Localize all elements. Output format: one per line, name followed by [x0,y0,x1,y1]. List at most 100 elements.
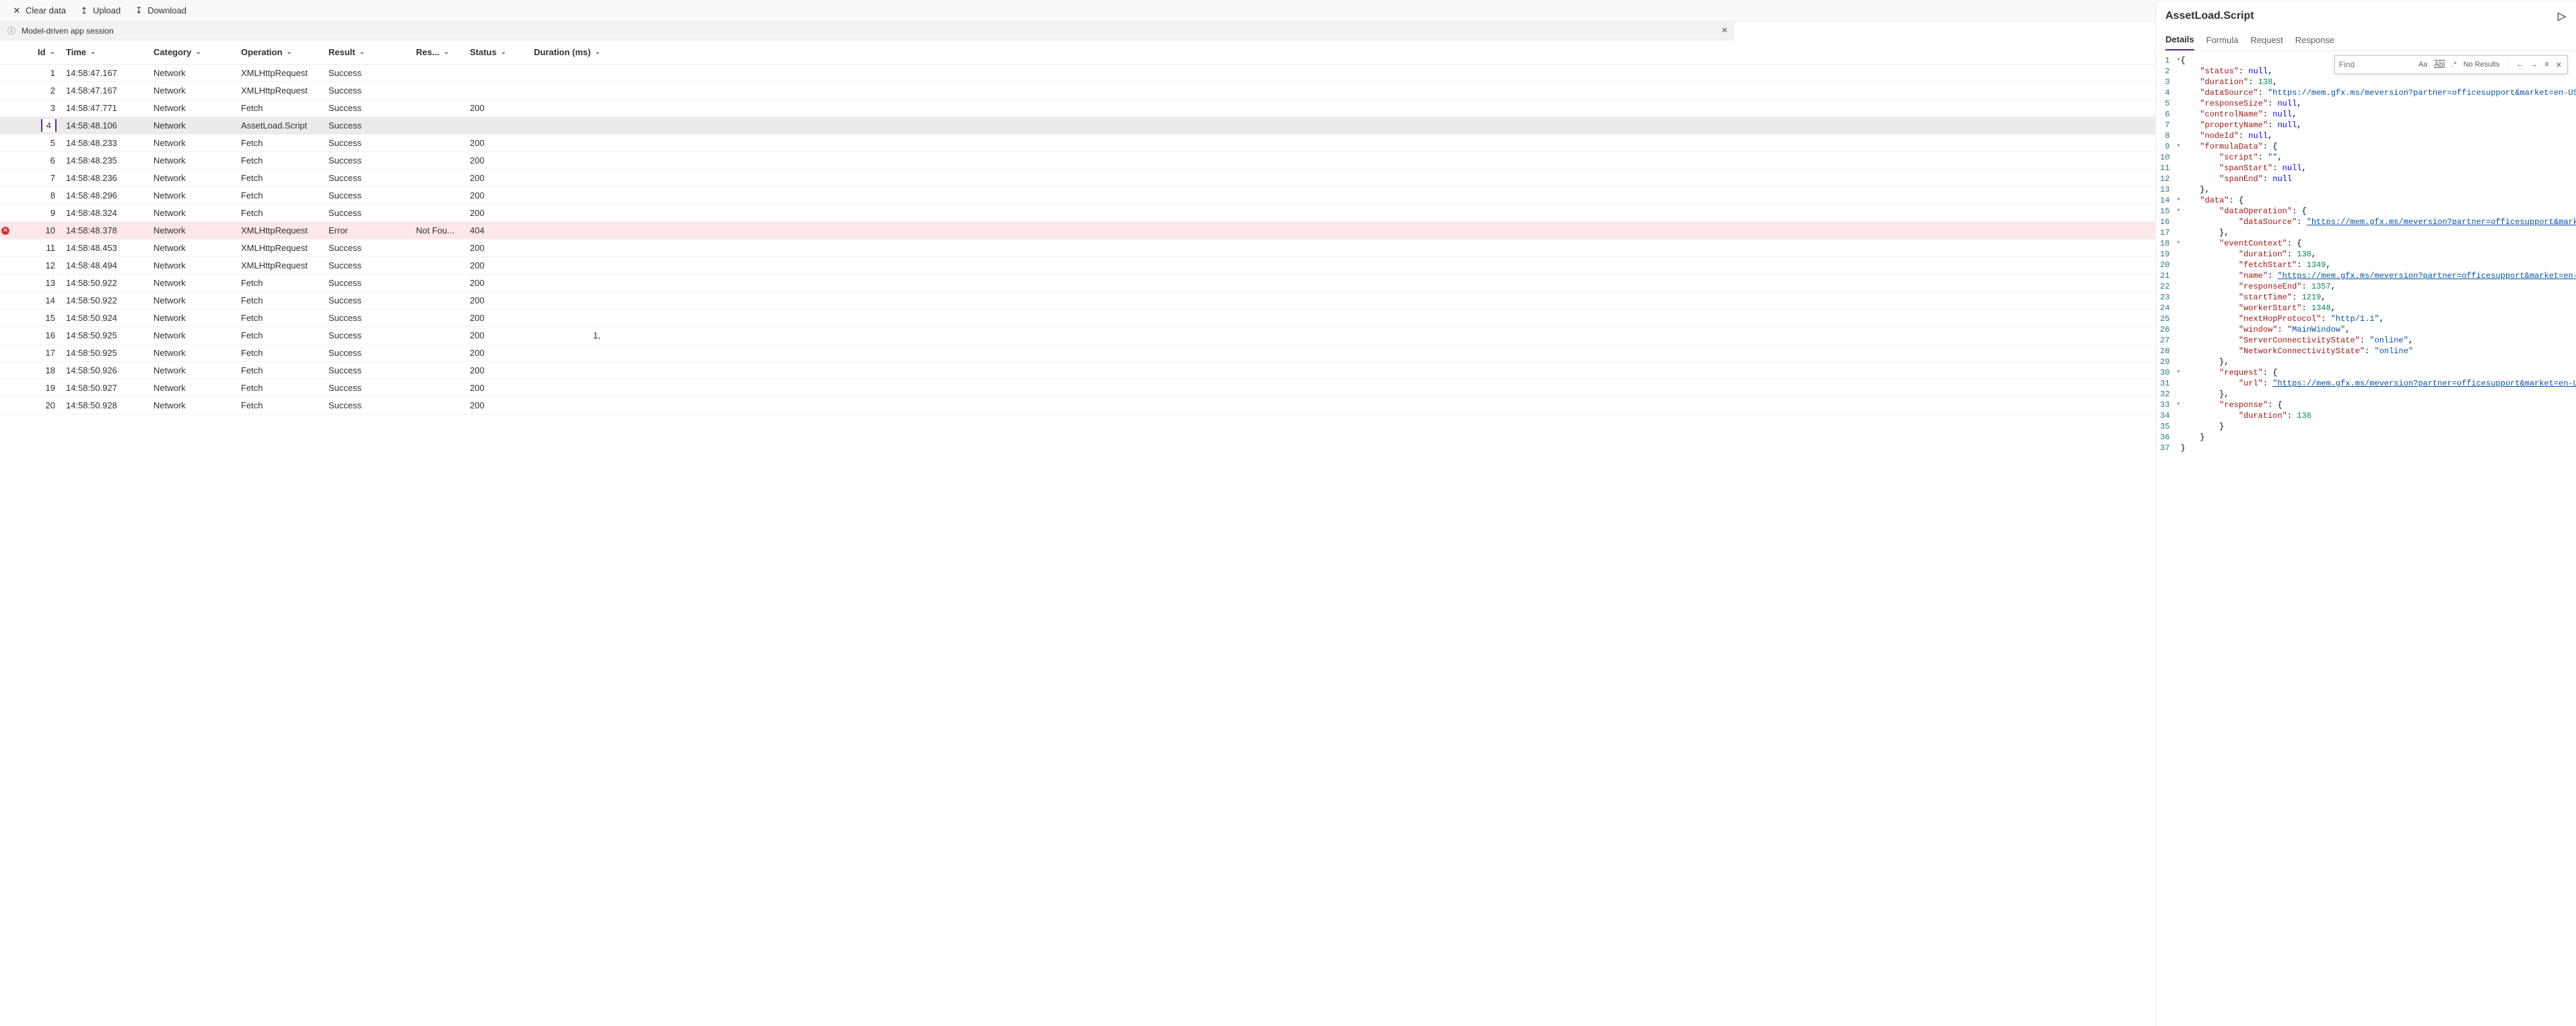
cell-time: 14:58:50.927 [61,383,148,393]
col-result-info[interactable]: Res...⌄ [411,47,464,57]
col-id[interactable]: Id⌄ [13,47,61,57]
cell-id: 10 [13,225,61,235]
cell-time: 14:58:47.167 [61,68,148,78]
table-row[interactable]: 214:58:47.167NetworkXMLHttpRequestSucces… [0,82,2155,100]
tab-details[interactable]: Details [2165,30,2194,50]
table-row[interactable]: 814:58:48.296NetworkFetchSuccess200 [0,187,2155,205]
cell-operation: Fetch [236,400,323,410]
cell-id: 8 [13,190,61,200]
cell-operation: XMLHttpRequest [236,225,323,235]
cell-category: Network [148,313,236,323]
cell-result: Success [323,278,411,288]
cell-operation: Fetch [236,190,323,200]
col-operation[interactable]: Operation⌄ [236,47,323,57]
col-result[interactable]: Result⌄ [323,47,411,57]
cell-result: Success [323,208,411,218]
cell-id: 6 [13,155,61,166]
details-pane: AssetLoad.Script ▷ Details Formula Reque… [2155,3,2576,1026]
cell-operation: XMLHttpRequest [236,243,323,253]
table-row[interactable]: 314:58:47.771NetworkFetchSuccess200 [0,100,2155,117]
details-title: AssetLoad.Script [2165,10,2254,22]
table-row[interactable]: 1914:58:50.927NetworkFetchSuccess200 [0,379,2155,397]
table-row[interactable]: 1414:58:50.922NetworkFetchSuccess200 [0,292,2155,309]
cell-status: 200 [464,278,532,288]
chevron-down-icon: ⌄ [286,48,291,56]
tab-formula[interactable]: Formula [2206,30,2239,50]
cell-result: Success [323,68,411,78]
cell-status: 200 [464,260,532,270]
error-icon: ✕ [1,227,9,235]
cell-status: 404 [464,225,532,235]
table-row[interactable]: 1814:58:50.926NetworkFetchSuccess200 [0,362,2155,379]
cell-result: Success [323,365,411,375]
table-row[interactable]: 914:58:48.324NetworkFetchSuccess 200 [0,205,2155,222]
cell-time: 14:58:48.235 [61,155,148,166]
expand-icon[interactable]: ▷ [2557,11,2567,21]
table-row[interactable]: 2014:58:50.928NetworkFetchSuccess200 [0,397,2155,414]
cell-result: Success [323,260,411,270]
table-row[interactable]: 714:58:48.236NetworkFetchSuccess200 [0,170,2155,187]
table-row[interactable]: 1714:58:50.925NetworkFetchSuccess200 [0,344,2155,362]
tab-request[interactable]: Request [2250,30,2283,50]
col-duration[interactable]: Duration (ms)⌄ [532,47,606,57]
chevron-down-icon: ⌄ [444,48,449,56]
json-viewer[interactable]: 1234567891011121314151617181920212223242… [2156,51,2576,1026]
cell-id: 11 [13,243,61,253]
grid-body[interactable]: 114:58:47.167NetworkXMLHttpRequestSucces… [0,65,2155,1026]
cell-category: Network [148,120,236,131]
cell-result: Error [323,225,411,235]
cell-result: Success [323,173,411,183]
cell-operation: Fetch [236,208,323,218]
chevron-down-icon: ⌄ [50,48,55,56]
cell-time: 14:58:47.167 [61,85,148,96]
cell-status: 200 [464,208,532,218]
clear-data-button[interactable]: ✕ Clear data [7,1,71,20]
session-bar: ⓘ Model-driven app session ✕ [0,22,1735,40]
cell-time: 14:58:50.925 [61,330,148,340]
session-close-button[interactable]: ✕ [1721,26,1728,35]
cell-status: 200 [464,365,532,375]
cell-status: 200 [464,103,532,113]
tab-response[interactable]: Response [2295,30,2335,50]
cell-time: 14:58:48.378 [61,225,148,235]
cell-category: Network [148,190,236,200]
cell-id: 9 [13,208,61,218]
cell-result-info: Not Fou... [411,225,464,235]
table-row[interactable]: 1614:58:50.925NetworkFetchSuccess2001, [0,327,2155,344]
table-row[interactable]: 1314:58:50.922NetworkFetchSuccess200 [0,274,2155,292]
col-category[interactable]: Category⌄ [148,47,236,57]
cell-time: 14:58:48.453 [61,243,148,253]
cell-category: Network [148,155,236,166]
cell-id: 2 [13,85,61,96]
cell-operation: Fetch [236,103,323,113]
cell-status: 200 [464,243,532,253]
upload-icon: ↥ [79,6,89,15]
table-row[interactable]: 114:58:47.167NetworkXMLHttpRequestSucces… [0,65,2155,82]
cell-category: Network [148,208,236,218]
x-icon: ✕ [12,6,22,15]
upload-button[interactable]: ↥ Upload [74,1,126,20]
cell-id: 4 [13,119,61,132]
cell-category: Network [148,260,236,270]
cell-result: Success [323,120,411,131]
cell-id: 20 [13,400,61,410]
table-row[interactable]: 1114:58:48.453NetworkXMLHttpRequestSucce… [0,240,2155,257]
table-row[interactable]: 1214:58:48.494NetworkXMLHttpRequestSucce… [0,257,2155,274]
cell-time: 14:58:48.324 [61,208,148,218]
cell-category: Network [148,243,236,253]
details-tabs: Details Formula Request Response [2156,30,2576,51]
table-row[interactable]: ✕1014:58:48.378NetworkXMLHttpRequestErro… [0,222,2155,240]
events-grid-pane: ⓘ Model-driven app session ✕ Id⌄ Time⌄ C… [0,22,2155,1026]
col-time[interactable]: Time⌄ [61,47,148,57]
cell-status: 200 [464,155,532,166]
chevron-down-icon: ⌄ [595,48,600,56]
table-row[interactable]: 414:58:48.106NetworkAssetLoad.ScriptSucc… [0,117,2155,135]
cell-id: 17 [13,348,61,358]
table-row[interactable]: 1514:58:50.924NetworkFetchSuccess200 [0,309,2155,327]
table-row[interactable]: 614:58:48.235NetworkFetchSuccess200 [0,152,2155,170]
col-status[interactable]: Status⌄ [464,47,532,57]
chevron-down-icon: ⌄ [195,48,201,56]
cell-id: 19 [13,383,61,393]
table-row[interactable]: 514:58:48.233NetworkFetchSuccess200 [0,135,2155,152]
download-button[interactable]: ↧ Download [129,1,192,20]
